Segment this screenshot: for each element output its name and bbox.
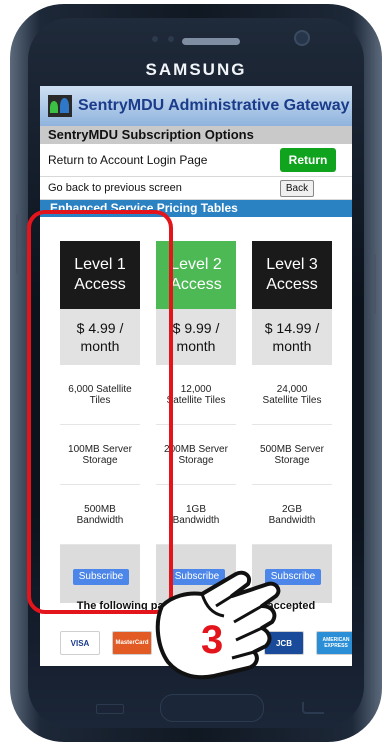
plan-storage: 500MB Server Storage	[252, 425, 332, 485]
return-button[interactable]: Return	[280, 148, 336, 172]
power-button	[372, 254, 376, 314]
plan-name-line1: Level 2	[170, 256, 222, 273]
plan-price: $ 14.99 / month	[252, 309, 332, 365]
return-label: Return to Account Login Page	[48, 153, 208, 167]
highlight-box	[27, 210, 173, 614]
front-camera-icon	[296, 32, 308, 44]
earpiece-speaker	[182, 38, 240, 45]
sentrymdu-logo-icon	[48, 95, 72, 117]
back-button[interactable]: Back	[280, 180, 314, 197]
price-amount: $ 9.99 /	[172, 320, 220, 336]
section-title: SentryMDU Subscription Options	[40, 126, 352, 144]
home-button[interactable]	[160, 694, 264, 722]
price-amount: $ 14.99 /	[264, 320, 320, 336]
back-label: Go back to previous screen	[48, 182, 182, 194]
plan-level-3: Level 3 Access $ 14.99 / month 24,000 Sat…	[252, 241, 332, 603]
plan-bandwidth: 2GB Bandwidth	[252, 485, 332, 545]
back-row: Go back to previous screen Back	[40, 177, 352, 200]
recent-apps-button[interactable]	[96, 704, 124, 714]
plan-name-line2: Access	[170, 276, 222, 293]
visa-icon: VISA	[60, 631, 100, 655]
app-header: SentryMDU Administrative Gateway	[40, 86, 352, 126]
amex-icon: AMERICAN EXPRESS	[316, 631, 352, 655]
mastercard-icon: MasterCard	[112, 631, 152, 655]
device-brand: SAMSUNG	[145, 60, 247, 79]
step-number: 3	[201, 618, 224, 662]
price-period: month	[176, 338, 216, 354]
app-title: SentryMDU Administrative Gateway	[78, 97, 350, 114]
volume-button	[16, 214, 20, 274]
proximity-sensor-icon	[152, 36, 158, 42]
light-sensor-icon	[168, 36, 174, 42]
plan-name-line1: Level 3	[266, 256, 318, 273]
plan-tiles: 24,000 Satellite Tiles	[252, 365, 332, 425]
plan-header: Level 3 Access	[252, 241, 332, 309]
back-nav-button[interactable]	[302, 702, 324, 714]
return-row: Return to Account Login Page Return	[40, 144, 352, 177]
price-period: month	[272, 338, 312, 354]
plan-name-line2: Access	[266, 276, 318, 293]
screenshot: SAMSUNG SentryMDU Administrative Gateway…	[0, 0, 392, 746]
